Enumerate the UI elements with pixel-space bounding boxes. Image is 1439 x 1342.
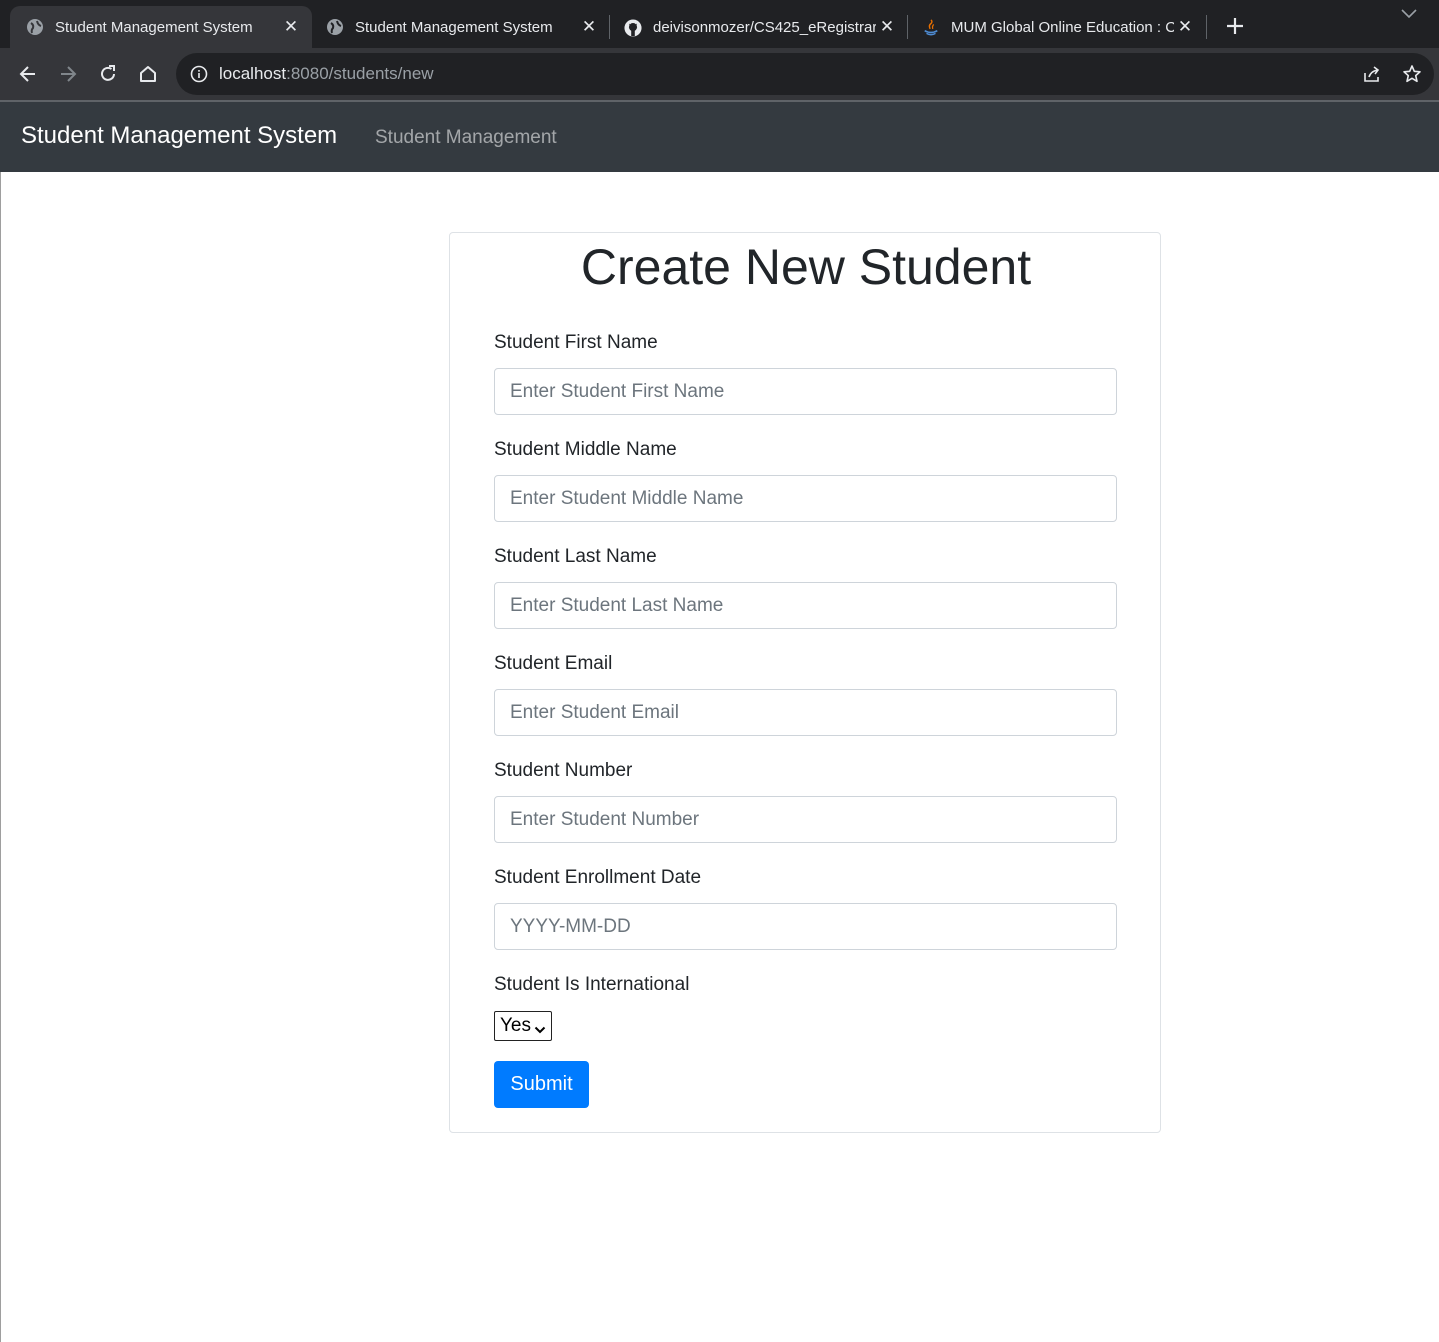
reload-button[interactable]	[92, 58, 124, 90]
last-name-label: Student Last Name	[494, 546, 657, 567]
browser-toolbar: localhost:8080/students/new	[0, 48, 1439, 100]
enrollment-date-input[interactable]	[494, 903, 1117, 950]
back-button[interactable]	[12, 58, 44, 90]
share-icon[interactable]	[1360, 62, 1384, 86]
last-name-input[interactable]	[494, 582, 1117, 629]
address-bar[interactable]: localhost:8080/students/new	[176, 53, 1434, 95]
create-student-card: Create New Student Student First Name St…	[449, 232, 1161, 1133]
java-icon	[922, 18, 940, 36]
site-navbar: Student Management System Student Manage…	[0, 102, 1439, 172]
first-name-input[interactable]	[494, 368, 1117, 415]
reload-icon	[101, 65, 115, 81]
url-path: :8080/students/new	[286, 64, 434, 83]
navbar-brand[interactable]: Student Management System	[21, 122, 337, 150]
close-icon[interactable]: ✕	[876, 16, 898, 38]
middle-name-label: Student Middle Name	[494, 439, 677, 460]
tab-title: deivisonmozer/CS425_eRegistrar	[653, 18, 876, 36]
enrollment-date-label: Student Enrollment Date	[494, 867, 702, 888]
star-icon[interactable]	[1400, 62, 1424, 86]
student-number-input[interactable]	[494, 796, 1117, 843]
tab-search-button[interactable]	[1398, 4, 1420, 24]
first-name-label: Student First Name	[494, 332, 658, 353]
email-input[interactable]	[494, 689, 1117, 736]
page-title: Create New Student	[580, 239, 1032, 295]
email-label: Student Email	[494, 653, 613, 674]
nav-link-student-management[interactable]: Student Management	[375, 127, 557, 149]
url-host: localhost	[219, 64, 287, 83]
international-select-value: Yes	[500, 1015, 531, 1036]
chevron-down-icon	[1401, 9, 1417, 19]
new-tab-button[interactable]	[1222, 12, 1248, 40]
student-number-label: Student Number	[494, 760, 633, 781]
submit-button[interactable]: Submit	[494, 1061, 589, 1108]
browser-tab-3[interactable]: deivisonmozer/CS425_eRegistrar ✕	[608, 6, 908, 48]
browser-tab-1[interactable]: Student Management System ✕	[10, 6, 312, 48]
close-icon[interactable]: ✕	[280, 16, 302, 38]
url-text: localhost:8080/students/new	[219, 64, 434, 84]
tab-title: MUM Global Online Education : C	[951, 18, 1174, 36]
chevron-down-icon	[534, 1020, 546, 1034]
globe-icon	[26, 18, 44, 36]
close-icon[interactable]: ✕	[578, 16, 600, 38]
tab-title: Student Management System	[355, 18, 553, 36]
close-icon[interactable]: ✕	[1174, 16, 1196, 38]
page-left-border	[0, 172, 1, 1342]
home-icon	[140, 66, 156, 82]
tab-separator	[1206, 15, 1207, 39]
international-label: Student Is International	[494, 974, 690, 995]
info-icon[interactable]	[190, 65, 208, 83]
forward-button[interactable]	[52, 58, 84, 90]
browser-tab-strip: Student Management System ✕ Student Mana…	[0, 0, 1439, 48]
tab-title: Student Management System	[55, 18, 253, 36]
middle-name-input[interactable]	[494, 475, 1117, 522]
browser-tab-4[interactable]: MUM Global Online Education : C ✕	[906, 6, 1206, 48]
home-button[interactable]	[132, 58, 164, 90]
international-select[interactable]: Yes	[494, 1011, 552, 1041]
globe-icon	[326, 18, 344, 36]
arrow-left-icon	[19, 66, 35, 82]
github-icon	[624, 18, 642, 37]
arrow-right-icon	[61, 66, 77, 82]
plus-icon	[1227, 18, 1243, 34]
browser-tab-2[interactable]: Student Management System ✕	[310, 6, 610, 48]
